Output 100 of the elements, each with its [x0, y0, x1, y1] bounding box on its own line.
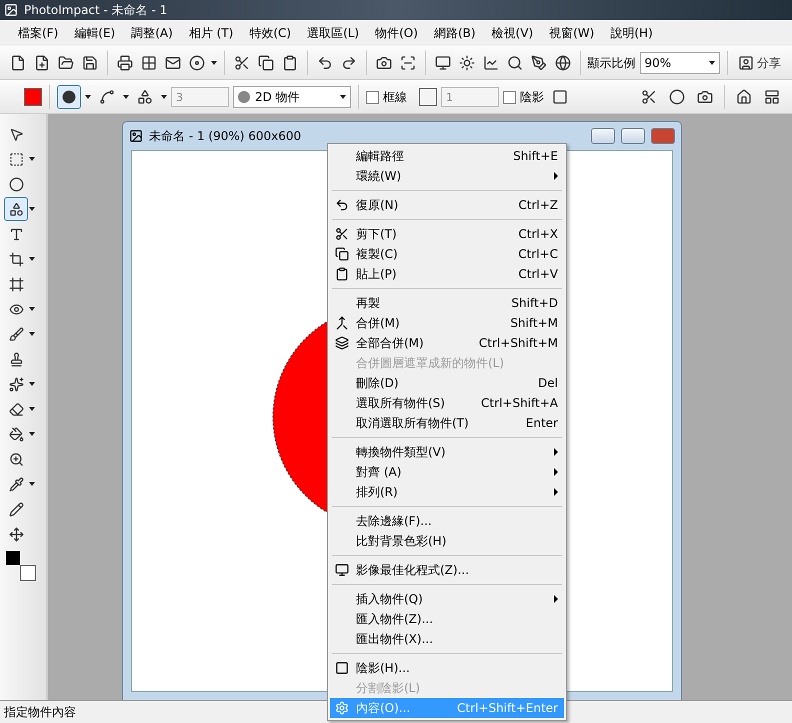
border-color-swatch[interactable] [419, 88, 437, 106]
menu-item[interactable]: 匯出物件(X)... [330, 629, 564, 649]
paste-icon [282, 55, 298, 71]
open-folder-icon [58, 55, 74, 71]
menu-item[interactable]: 選取區(L) [299, 22, 368, 44]
caret-icon [85, 95, 91, 99]
globe-icon [554, 55, 571, 71]
caret-icon [29, 482, 35, 486]
layers-icon [335, 336, 349, 350]
circles-icon [8, 176, 24, 192]
merge-icon [335, 316, 349, 330]
eraser-icon [8, 402, 24, 416]
menu-item[interactable]: 編輯(E) [66, 22, 124, 44]
zoom-label: 顯示比例 [588, 54, 636, 72]
foreground-color-swatch[interactable] [6, 551, 20, 565]
menu-item[interactable]: 複製(C) Ctrl+C [330, 244, 564, 264]
menu-item[interactable]: 轉換物件類型(V) [330, 442, 564, 462]
menu-item[interactable]: 刪除(D) Del [330, 373, 564, 393]
caret-icon [29, 332, 35, 336]
undo-icon [335, 198, 349, 212]
pencil-icon [8, 502, 24, 516]
menu-item[interactable]: 排列(R) [330, 482, 564, 502]
menu-item[interactable]: 剪下(T) Ctrl+X [330, 224, 564, 244]
menu-item[interactable]: 調整(A) [123, 22, 181, 44]
scan-icon [400, 55, 416, 71]
shadow-checkbox[interactable] [503, 90, 516, 104]
shadow-icon [552, 89, 568, 105]
menu-item[interactable]: 全部合併(M) Ctrl+Shift+M [330, 333, 564, 353]
minimize-button[interactable] [591, 128, 615, 144]
checkbox-label: 框線 [383, 88, 407, 106]
menu-item[interactable]: 去除邊緣(F)... [330, 511, 564, 531]
menu-item[interactable]: 選取所有物件(S) Ctrl+Shift+A [330, 393, 564, 413]
menu-item[interactable]: 環繞(W) [330, 166, 564, 186]
stamp-icon [8, 352, 24, 366]
brush-icon [8, 326, 24, 342]
menu-item[interactable]: 插入物件(Q) [330, 589, 564, 609]
print-icon [116, 55, 133, 71]
copy-icon [258, 55, 274, 71]
paint-bucket-icon [8, 426, 24, 442]
menu-item[interactable]: 說明(H) [602, 22, 661, 44]
menu-item[interactable]: 復原(N) Ctrl+Z [330, 195, 564, 215]
new-file-icon [10, 55, 26, 71]
tool-button[interactable] [4, 197, 28, 221]
menu-item[interactable]: 匯入物件(Z)... [330, 609, 564, 629]
caret-icon [29, 157, 35, 161]
copy-icon [335, 247, 349, 261]
border-checkbox[interactable] [366, 90, 379, 104]
menu-item[interactable]: 比對背景色彩(H) [330, 531, 564, 551]
object-icon [669, 89, 685, 105]
menu-item[interactable]: 貼上(P) Ctrl+V [330, 264, 564, 284]
split-icon [641, 89, 657, 105]
menu-item[interactable]: 再製 Shift+D [330, 293, 564, 313]
window-title: PhotoImpact - 未命名 - 1 [24, 2, 168, 18]
caret-icon [123, 95, 129, 99]
background-color-swatch[interactable] [20, 565, 36, 581]
gear-icon [335, 701, 349, 715]
shapes-icon [8, 202, 24, 216]
menu-item[interactable]: 取消選取所有物件(T) Enter [330, 413, 564, 433]
menu-item[interactable]: 影像最佳化程式(Z)... [330, 560, 564, 580]
save-icon [82, 55, 98, 71]
disc-icon [189, 55, 206, 71]
monitor-icon [335, 563, 349, 577]
user-icon [738, 55, 754, 71]
document-title: 未命名 - 1 (90%) 600x600 [149, 128, 302, 144]
caret-icon [211, 61, 218, 65]
menu-item[interactable]: 網路(B) [426, 22, 484, 44]
menu-item[interactable]: 合併(M) Shift+M [330, 313, 564, 333]
pen-icon [530, 55, 547, 71]
menu-item[interactable]: 檢視(V) [484, 22, 542, 44]
zoom-dropdown[interactable]: 90% [640, 52, 720, 74]
curve-path-icon [99, 89, 115, 105]
share-button[interactable]: 分享 [734, 51, 784, 75]
maximize-button[interactable] [621, 128, 645, 144]
shape-button[interactable] [57, 85, 81, 109]
mail-icon [165, 55, 182, 71]
square-icon [335, 661, 349, 675]
checkbox-label: 陰影 [520, 88, 544, 106]
status-text: 指定物件內容 [4, 704, 76, 720]
menu-item[interactable]: 編輯路徑 Shift+E [330, 146, 564, 166]
transform-icon [8, 526, 24, 542]
menu-item[interactable]: 相片 (T) [180, 22, 242, 44]
menu-item[interactable]: 特效(C) [241, 22, 300, 44]
redo-icon [340, 55, 357, 71]
caret-icon [29, 432, 35, 436]
menu-item[interactable]: 對齊 (A) [330, 462, 564, 482]
zoom-icon [8, 452, 24, 466]
caret-icon [161, 95, 167, 99]
mode-dropdown[interactable]: 2D 物件 [233, 86, 351, 108]
menu-item[interactable]: 陰影(H)... [330, 658, 564, 678]
crop-icon [8, 252, 24, 266]
caret-icon [29, 207, 35, 211]
menu-item[interactable]: 檔案(F) [10, 22, 66, 44]
home-icon [736, 89, 752, 105]
undo-icon [316, 55, 333, 71]
menu-item[interactable]: 物件(O) [367, 22, 426, 44]
color-swatch[interactable] [24, 88, 42, 106]
scissors-icon [335, 227, 349, 241]
menu-item[interactable]: 視窗(W) [541, 22, 602, 44]
monitor-icon [434, 55, 451, 71]
caret-icon [29, 382, 35, 386]
